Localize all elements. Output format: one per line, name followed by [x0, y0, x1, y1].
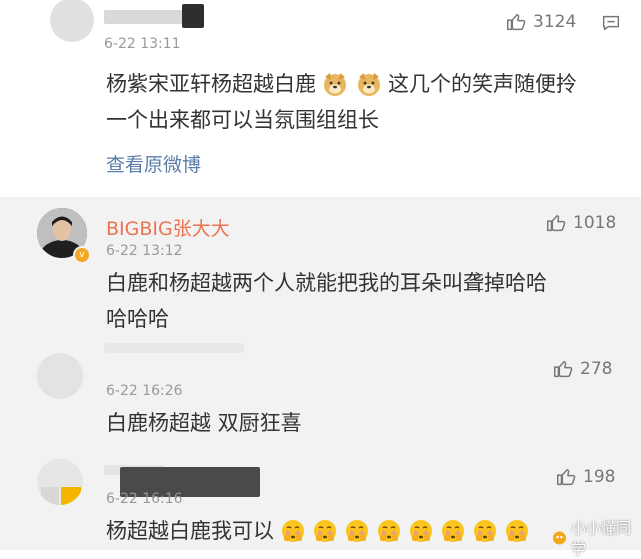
avatar[interactable]: [50, 0, 94, 42]
blush-emoji-icon: [442, 520, 464, 542]
blush-emoji-icon: [282, 520, 304, 542]
comment-text-part2: 这几个的笑声随便拎: [388, 72, 577, 96]
like-count: 3124: [533, 12, 577, 32]
username-redaction: [182, 4, 204, 28]
comment-text-part1: 杨紫宋亚轩杨超越白鹿: [106, 72, 316, 96]
watermark: 小小懂同学: [552, 517, 641, 559]
thumbs-up-icon: [507, 13, 526, 31]
comment-text: 杨紫宋亚轩杨超越白鹿 这几个的笑声随便拎 一个出来都可以当氛围组组长: [106, 66, 626, 138]
like-button[interactable]: 1018: [545, 211, 616, 235]
like-count: 198: [583, 467, 616, 487]
avatar[interactable]: [37, 353, 83, 399]
comment-text-body: 杨超越白鹿我可以: [106, 519, 274, 543]
blush-emoji-icon: [506, 520, 528, 542]
like-button[interactable]: 198: [555, 465, 615, 489]
comment-text-line1: 白鹿和杨超越两个人就能把我的耳朵叫聋掉哈哈: [106, 271, 547, 295]
comment-text: 白鹿和杨超越两个人就能把我的耳朵叫聋掉哈哈 哈哈哈: [106, 265, 606, 337]
thumbs-up-icon: [557, 468, 576, 486]
comment-card-1: 6-22 13:11 3124 杨紫宋亚轩杨超越白鹿 这几个的笑声随便拎 一个出…: [0, 0, 641, 197]
comment-time: 6-22 16:26: [106, 383, 183, 399]
blush-emoji-icon: [410, 520, 432, 542]
reply-icon[interactable]: [600, 12, 622, 34]
watermark-logo-icon: [552, 531, 567, 545]
thumbs-up-icon: [547, 214, 566, 232]
like-count: 1018: [573, 213, 617, 233]
avatar[interactable]: [37, 459, 83, 505]
blush-emoji-icon: [378, 520, 400, 542]
comment-text: 白鹿杨超越 双厨狂喜: [106, 411, 302, 435]
comment-time: 6-22 16:16: [106, 491, 183, 507]
view-original-link[interactable]: 查看原微博: [106, 150, 201, 177]
commenter-name[interactable]: BIGBIG张大大: [106, 214, 230, 241]
emoji-row: [280, 518, 530, 544]
comment-time: 6-22 13:12: [106, 243, 183, 259]
comment-text: 杨超越白鹿我可以: [106, 513, 546, 549]
like-button[interactable]: 3124: [505, 10, 576, 34]
comment-time: 6-22 13:11: [104, 36, 181, 52]
blush-emoji-icon: [346, 520, 368, 542]
doge-emoji-icon: [322, 71, 348, 97]
blurred-username: [104, 343, 244, 353]
blush-emoji-icon: [474, 520, 496, 542]
watermark-text: 小小懂同学: [570, 519, 631, 558]
like-count: 278: [580, 359, 613, 379]
comments-section: v BIGBIG张大大 6-22 13:12 1018 白鹿和杨超越两个人就能把…: [0, 197, 641, 558]
comment-text-line2: 一个出来都可以当氛围组组长: [106, 108, 379, 132]
verified-badge-icon: v: [73, 246, 91, 264]
blush-emoji-icon: [314, 520, 336, 542]
thumbs-up-icon: [554, 360, 573, 378]
comment-text-line2: 哈哈哈: [106, 307, 169, 331]
like-button[interactable]: 278: [552, 357, 612, 381]
doge-emoji-icon: [356, 71, 382, 97]
